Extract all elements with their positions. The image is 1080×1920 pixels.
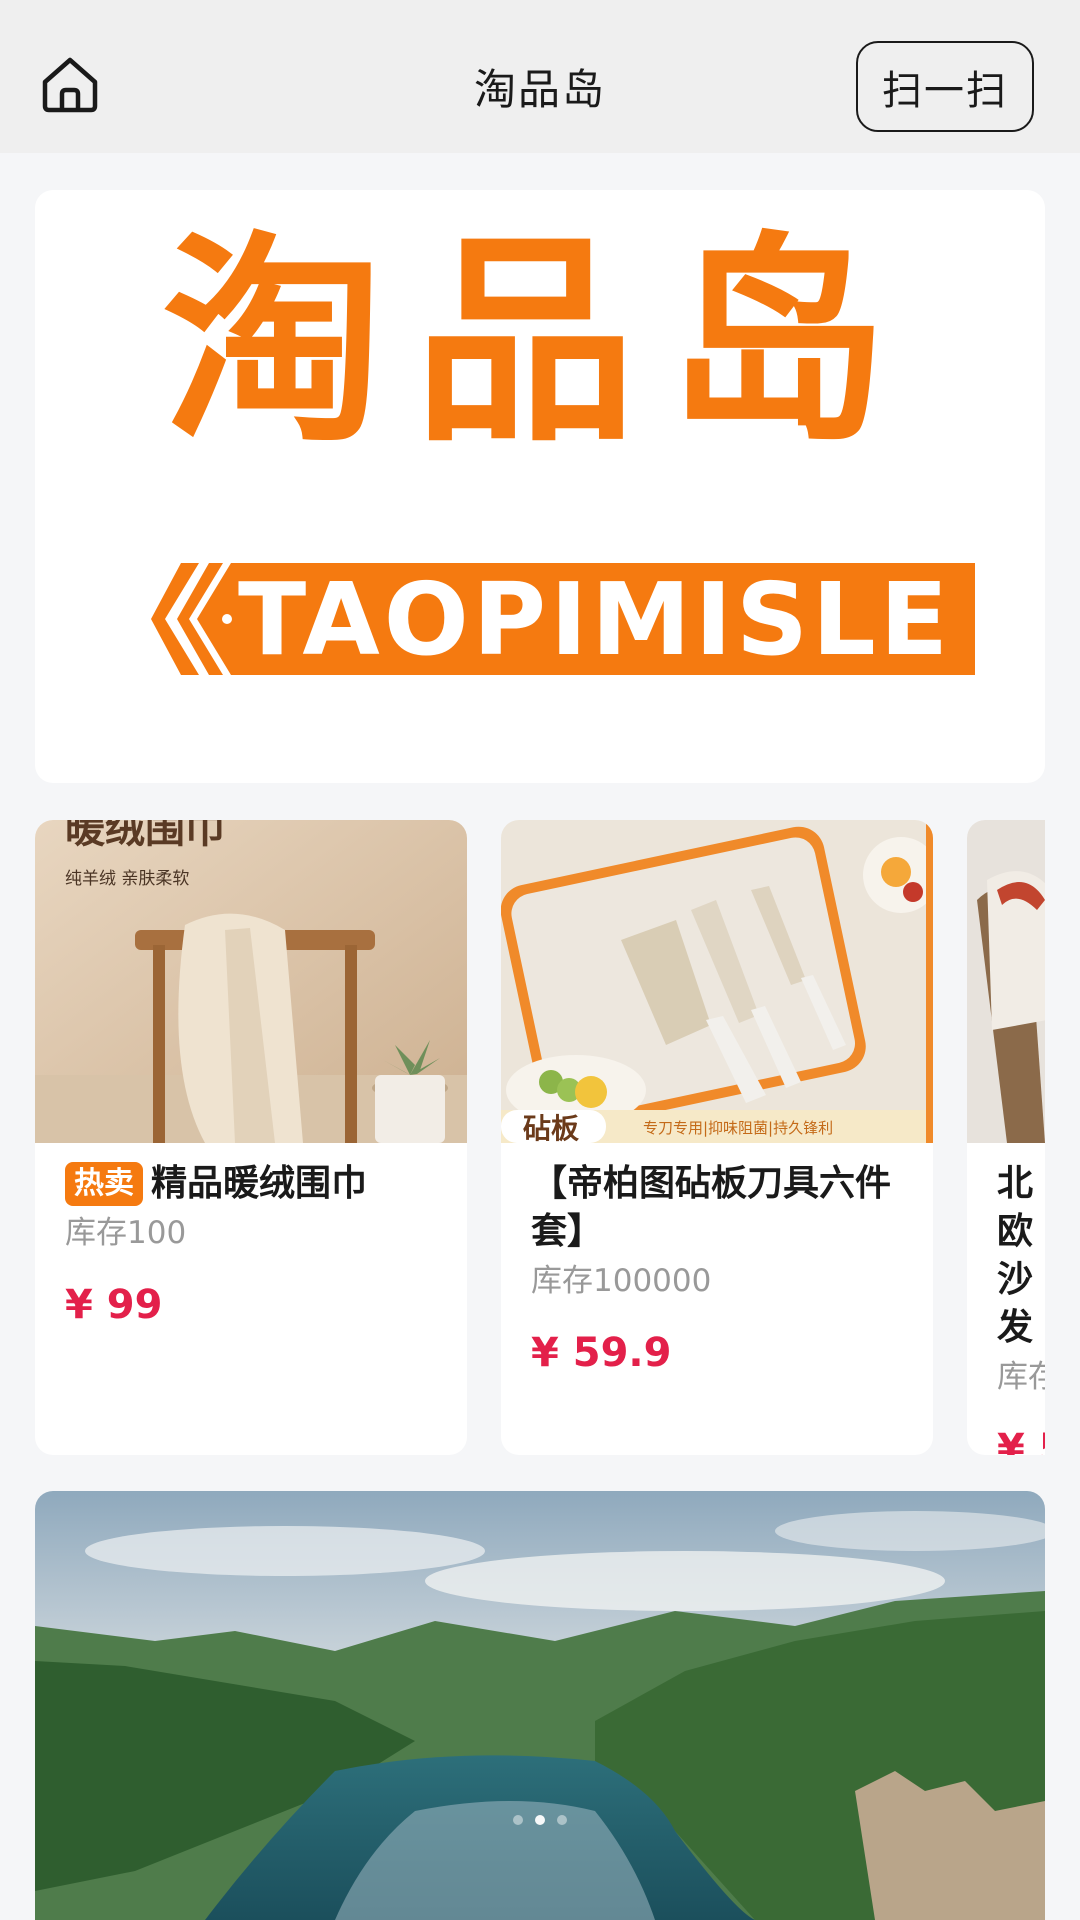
top-bar: 淘品岛 扫一扫 <box>0 0 1080 153</box>
brand-banner[interactable]: 淘品岛 TAOPIMISLE <box>35 190 1045 783</box>
scan-button[interactable]: 扫一扫 <box>856 41 1034 132</box>
product-card[interactable]: 砧板 专刀专用|抑味阻菌|持久锋利 【帝柏图砧板刀具六件套】 库存100000 … <box>501 820 933 1455</box>
product-name: 精品暖绒围巾 <box>151 1163 368 1204</box>
product-carousel[interactable]: 暖绒围巾 纯羊绒 亲肤柔软 热卖 精品暖绒围巾 库存100 ¥ 99 砧板 专刀… <box>35 820 1045 1455</box>
hot-badge: 热卖 <box>65 1162 143 1206</box>
product-image-sofa <box>967 820 1045 1143</box>
product-name: 北欧沙发 <box>997 1163 1034 1348</box>
scarf-image-title: 暖绒围巾 <box>65 820 225 852</box>
product-name: 【帝柏图砧板刀具六件套】 <box>531 1163 892 1252</box>
product-stock: 库存 <box>997 1359 1045 1395</box>
product-price: ¥ 99 <box>65 1282 163 1328</box>
product-card[interactable]: 暖绒围巾 纯羊绒 亲肤柔软 热卖 精品暖绒围巾 库存100 ¥ 99 <box>35 820 467 1455</box>
product-price: ¥ 59.9 <box>531 1330 672 1376</box>
carousel-indicator <box>35 1815 1045 1825</box>
carousel-dot-active[interactable] <box>535 1815 545 1825</box>
product-stock: 库存100000 <box>531 1263 712 1299</box>
carousel-dot[interactable] <box>557 1815 567 1825</box>
knife-image-title: 砧板 <box>523 1112 579 1143</box>
product-image-scarf: 暖绒围巾 纯羊绒 亲肤柔软 <box>35 820 467 1143</box>
scarf-image-subtitle: 纯羊绒 亲肤柔软 <box>65 869 189 889</box>
scenery-banner[interactable] <box>35 1491 1045 1920</box>
knife-image-subtitle: 专刀专用|抑味阻菌|持久锋利 <box>643 1119 833 1137</box>
brand-logo-cn: 淘品岛 <box>162 214 918 472</box>
product-stock: 库存100 <box>65 1215 187 1251</box>
product-title: 热卖 精品暖绒围巾 <box>65 1160 447 1208</box>
carousel-dot[interactable] <box>513 1815 523 1825</box>
product-image-knife-set: 砧板 专刀专用|抑味阻菌|持久锋利 <box>501 820 933 1143</box>
brand-logo-en: TAOPIMISLE <box>237 560 953 678</box>
product-card[interactable]: 北欧沙发 库存 ¥ 5 <box>967 820 1045 1455</box>
landscape-image <box>35 1491 1045 1920</box>
product-price: ¥ 5 <box>997 1426 1045 1455</box>
